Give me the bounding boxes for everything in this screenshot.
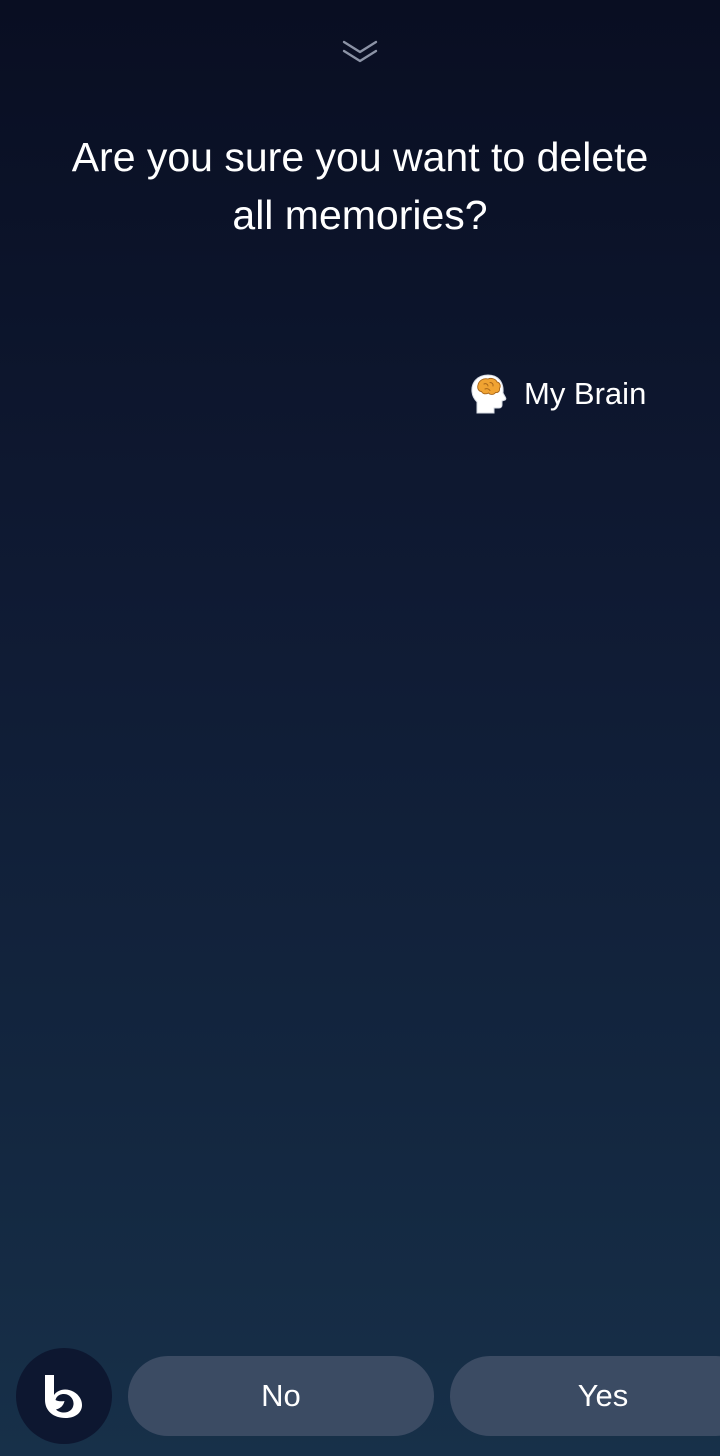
yes-button[interactable]: Yes	[450, 1356, 720, 1436]
capsule-label: My Brain	[524, 376, 647, 411]
brain-head-icon	[471, 374, 507, 414]
dialog-question: Are you sure you want to delete all memo…	[71, 134, 649, 238]
chevron-double-down-icon[interactable]	[340, 36, 380, 68]
screen: Are you sure you want to delete all memo…	[0, 0, 720, 1456]
no-button[interactable]: No	[128, 1356, 434, 1436]
bixby-button[interactable]	[16, 1348, 112, 1444]
bixby-icon	[45, 1375, 82, 1418]
capsule-chip[interactable]: My Brain	[468, 370, 646, 418]
